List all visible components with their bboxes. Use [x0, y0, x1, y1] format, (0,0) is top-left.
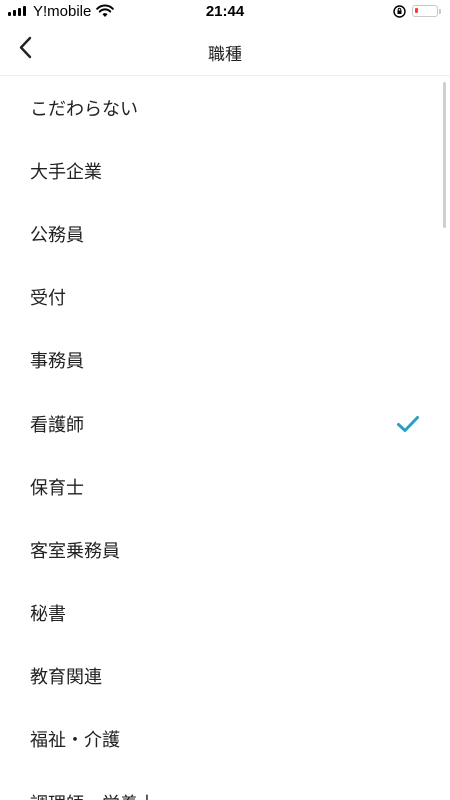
list-item[interactable]: 保育士 [0, 455, 450, 518]
list-item-label: こだわらない [30, 98, 138, 120]
status-time: 21:44 [205, 3, 245, 20]
list-item-label: 公務員 [30, 224, 84, 246]
list-item[interactable]: 大手企業 [0, 139, 450, 202]
list-item-label: 福祉・介護 [30, 730, 120, 752]
list-item-label: 調理師・栄養士 [30, 790, 156, 800]
list-item-label: 客室乗務員 [30, 540, 120, 562]
list-item-selected[interactable]: 看護師 [0, 392, 450, 455]
list-item[interactable]: 事務員 [0, 329, 450, 392]
list-item-label: 事務員 [30, 351, 84, 373]
list-item[interactable]: 福祉・介護 [0, 708, 450, 771]
list-item[interactable]: 客室乗務員 [0, 518, 450, 581]
list-item-label: 受付 [30, 288, 66, 310]
navigation-bar: 職種 [0, 24, 450, 76]
list-item-label: 看護師 [30, 414, 84, 436]
list-item[interactable]: こだわらない [0, 76, 450, 139]
checkmark-icon [397, 415, 419, 432]
job-type-list: こだわらない 大手企業 公務員 受付 事務員 看護師 保育士 客室乗務員 秘書 … [0, 76, 450, 800]
battery-icon [412, 5, 438, 17]
orientation-lock-icon [393, 5, 406, 18]
list-item-label: 大手企業 [30, 161, 102, 183]
list-item[interactable]: 調理師・栄養士 [0, 771, 450, 800]
list-item[interactable]: 秘書 [0, 582, 450, 645]
list-item-label: 教育関連 [30, 667, 102, 689]
scrollbar[interactable] [443, 82, 446, 228]
battery-cap [439, 9, 441, 14]
status-bar: Y!mobile 21:44 [0, 0, 450, 24]
list-item[interactable]: 公務員 [0, 202, 450, 265]
list-item[interactable]: 受付 [0, 266, 450, 329]
list-item-label: 保育士 [30, 477, 84, 499]
list-item-label: 秘書 [30, 604, 66, 626]
list-item[interactable]: 教育関連 [0, 645, 450, 708]
page-title: 職種 [208, 45, 242, 65]
